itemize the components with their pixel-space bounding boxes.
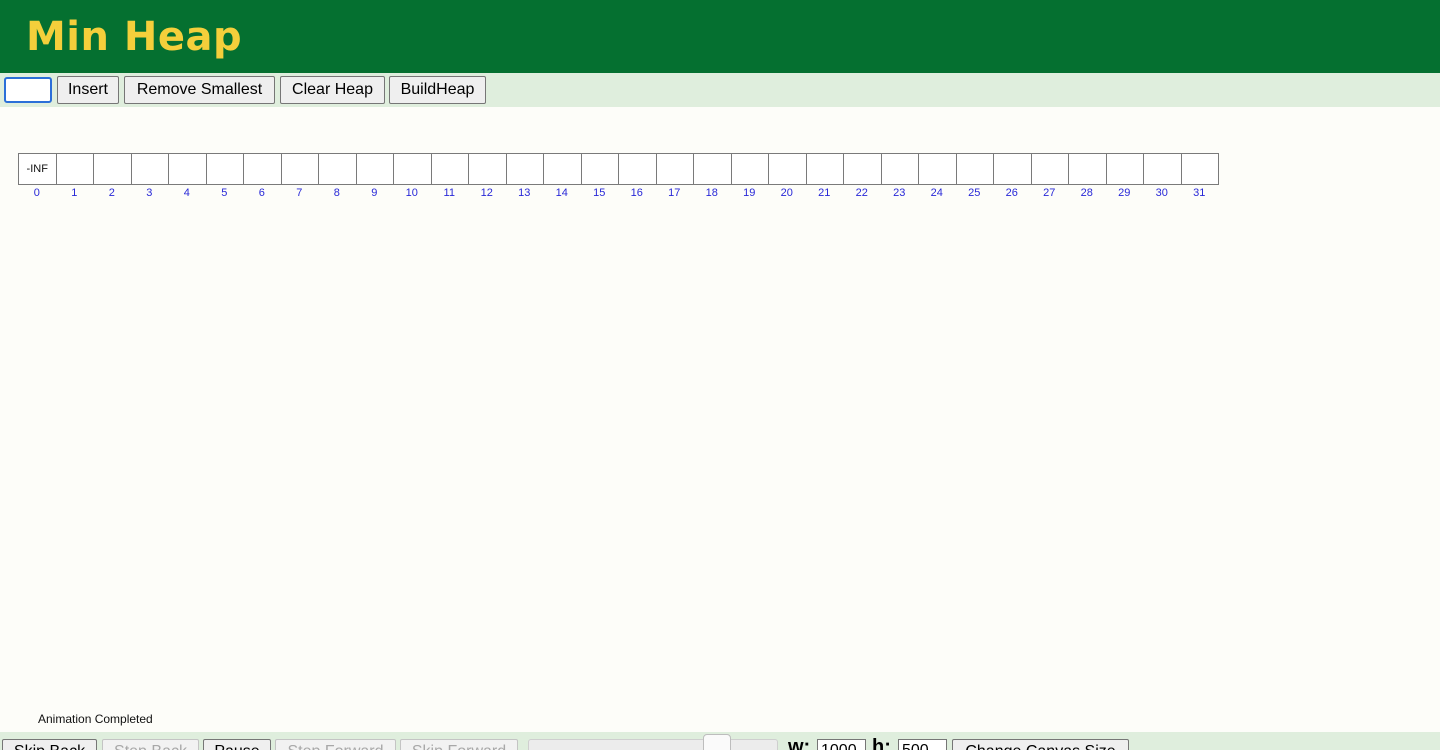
heap-cell [580,153,619,185]
build-heap-button[interactable]: BuildHeap [389,76,486,104]
heap-cell [430,153,469,185]
heap-cell [55,153,94,185]
pause-button[interactable]: Pause [203,739,271,750]
heap-index-label: 16 [630,187,643,199]
heap-index-label: 5 [221,187,228,199]
heap-cell [543,153,582,185]
heap-index-label: 17 [668,187,681,199]
heap-index-label: 8 [333,187,340,199]
heap-cell [768,153,807,185]
heap-cell [730,153,769,185]
heap-cell [955,153,994,185]
remove-smallest-button[interactable]: Remove Smallest [124,76,275,104]
heap-cell [93,153,132,185]
height-label: h: [872,736,891,750]
heap-cell [880,153,919,185]
canvas-width-input[interactable] [817,739,866,750]
heap-cell [1180,153,1219,185]
canvas-height-input[interactable] [898,739,947,750]
heap-index-label: 28 [1080,187,1093,199]
animation-speed-slider[interactable] [528,739,778,750]
heap-index-label: 1 [71,187,78,199]
step-forward-button[interactable]: Step Forward [275,739,396,750]
slider-thumb[interactable] [703,734,731,750]
heap-index-label: 14 [555,187,568,199]
heap-index-label: 12 [480,187,493,199]
heap-cell [918,153,957,185]
heap-index-label: 26 [1005,187,1018,199]
heap-cell: -INF [18,153,57,185]
skip-forward-button[interactable]: Skip Forward [400,739,518,750]
heap-cell [693,153,732,185]
heap-index-label: 3 [146,187,153,199]
heap-index-label: 31 [1193,187,1206,199]
heap-cell [393,153,432,185]
heap-cell [843,153,882,185]
heap-index-label: 23 [893,187,906,199]
heap-index-label: 20 [780,187,793,199]
change-canvas-size-button[interactable]: Change Canvas Size [952,739,1129,750]
animation-controls-bar: Skip Back Step Back Pause Step Forward S… [0,732,1440,750]
heap-index-label: 9 [371,187,378,199]
heap-index-label: 21 [818,187,831,199]
heap-index-label: 6 [258,187,265,199]
heap-index-label: 30 [1155,187,1168,199]
heap-cell [1068,153,1107,185]
visualization-canvas: -INF 0 1 2 3 4 5 6 7 8 9 10 11 12 13 14 15 16 17 18 19 20 21 22… [0,107,1440,732]
app-header: Min Heap [0,0,1440,73]
heap-cell [168,153,207,185]
clear-heap-button[interactable]: Clear Heap [280,76,385,104]
algorithm-controls: Insert Remove Smallest Clear Heap BuildH… [0,73,1440,107]
heap-cell [993,153,1032,185]
animation-status: Animation Completed [38,712,153,726]
heap-cell [1105,153,1144,185]
heap-cell [805,153,844,185]
heap-cell [355,153,394,185]
heap-index-label: 11 [443,187,455,199]
heap-cell [618,153,657,185]
heap-cell [243,153,282,185]
skip-back-button[interactable]: Skip Back [2,739,97,750]
heap-index-label: 24 [930,187,943,199]
heap-index-label: 7 [296,187,303,199]
width-label: w: [788,736,811,750]
heap-index-label: 2 [108,187,115,199]
heap-index-label: 4 [183,187,190,199]
heap-index-label: 29 [1118,187,1131,199]
heap-index-label: 19 [743,187,756,199]
heap-cell [280,153,319,185]
heap-index-label: 18 [705,187,718,199]
heap-cell [468,153,507,185]
heap-cell [1143,153,1182,185]
heap-index-label: 25 [968,187,981,199]
heap-cell [130,153,169,185]
heap-cell [1030,153,1069,185]
heap-cell [505,153,544,185]
heap-cell [205,153,244,185]
heap-index-label: 15 [593,187,606,199]
insert-button[interactable]: Insert [57,76,119,104]
heap-cell [318,153,357,185]
heap-index-label: 27 [1043,187,1056,199]
heap-index-label: 22 [855,187,868,199]
heap-index-label: 10 [405,187,418,199]
page-title: Min Heap [26,14,243,60]
heap-cell [655,153,694,185]
value-input[interactable] [4,77,52,103]
step-back-button[interactable]: Step Back [102,739,199,750]
heap-index-label: 13 [518,187,531,199]
heap-index-label: 0 [33,187,40,199]
